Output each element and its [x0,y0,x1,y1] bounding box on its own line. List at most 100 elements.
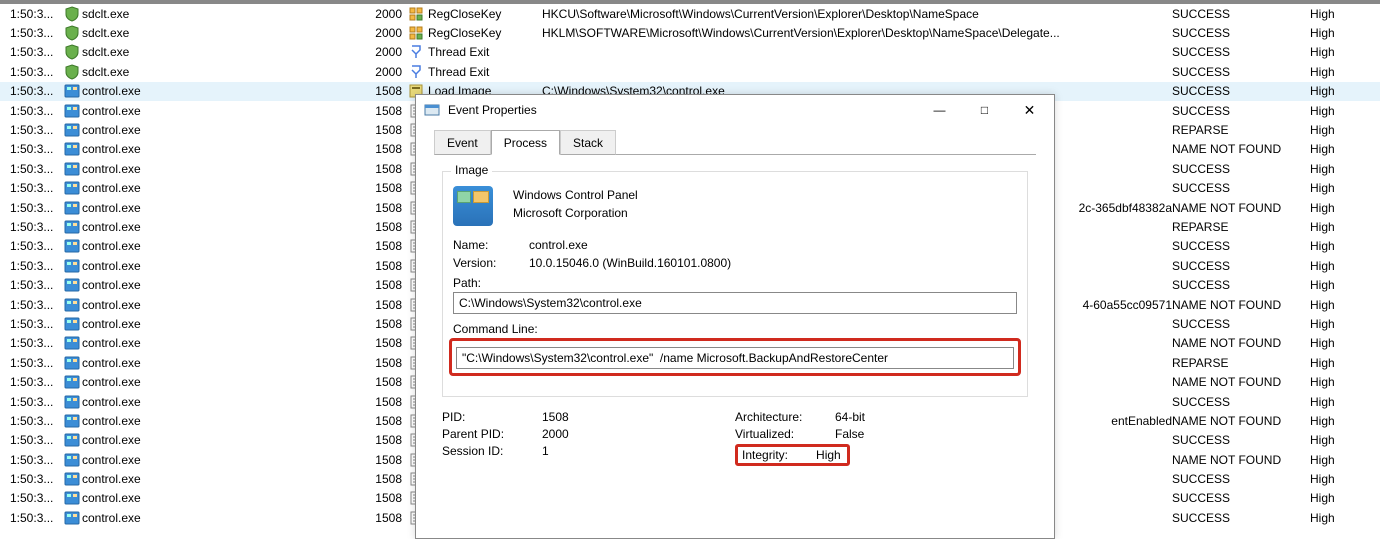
process-icon [64,490,80,506]
result-cell: REPARSE [1172,220,1310,234]
process-name: control.exe [82,491,141,505]
result-cell: SUCCESS [1172,7,1310,21]
process-name: control.exe [82,317,141,331]
process-name: control.exe [82,336,141,350]
time-cell: 1:50:3... [0,414,64,428]
detail-cell: High [1310,298,1360,312]
pid-cell: 2000 [364,26,408,40]
process-icon [64,141,80,157]
process-icon [64,277,80,293]
close-button[interactable]: ✕ [1007,96,1052,124]
path-cell: HKCU\Software\Microsoft\Windows\CurrentV… [542,7,1172,21]
process-icon [64,122,80,138]
process-icon [64,238,80,254]
table-row[interactable]: 1:50:3...sdclt.exe2000RegCloseKeyHKCU\So… [0,4,1380,23]
pid-cell: 1508 [364,104,408,118]
table-row[interactable]: 1:50:3...sdclt.exe2000Thread ExitSUCCESS… [0,62,1380,81]
detail-cell: High [1310,84,1360,98]
process-icon [64,297,80,313]
detail-cell: High [1310,472,1360,486]
tab-stack[interactable]: Stack [560,130,616,155]
app-icon [424,102,440,118]
pid-cell: 1508 [364,453,408,467]
time-cell: 1:50:3... [0,84,64,98]
time-cell: 1:50:3... [0,7,64,21]
process-name: control.exe [82,414,141,428]
detail-cell: High [1310,491,1360,505]
result-cell: SUCCESS [1172,65,1310,79]
process-icon [64,413,80,429]
process-name: control.exe [82,84,141,98]
minimize-button[interactable]: — [917,96,962,124]
process-icon [64,83,80,99]
path-field[interactable] [453,292,1017,314]
result-cell: SUCCESS [1172,491,1310,505]
detail-cell: High [1310,375,1360,389]
pid-cell: 1508 [364,181,408,195]
titlebar[interactable]: Event Properties — □ ✕ [416,95,1054,125]
session-label: Session ID: [442,444,542,458]
operation-icon [408,25,424,41]
time-cell: 1:50:3... [0,375,64,389]
maximize-button[interactable]: □ [962,96,1007,124]
result-cell: NAME NOT FOUND [1172,375,1310,389]
process-icon [64,316,80,332]
version-value: 10.0.15046.0 (WinBuild.160101.0800) [529,256,731,270]
process-name: sdclt.exe [82,65,129,79]
integrity-highlight: Integrity: High [735,444,850,466]
time-cell: 1:50:3... [0,162,64,176]
detail-cell: High [1310,356,1360,370]
cmdline-field[interactable] [456,347,1014,369]
process-icon [64,452,80,468]
integrity-label: Integrity: [742,448,788,462]
pid-cell: 1508 [364,375,408,389]
time-cell: 1:50:3... [0,298,64,312]
result-cell: SUCCESS [1172,317,1310,331]
name-value: control.exe [529,238,588,252]
pid-cell: 1508 [364,414,408,428]
tab-process[interactable]: Process [491,130,560,155]
time-cell: 1:50:3... [0,220,64,234]
result-cell: SUCCESS [1172,472,1310,486]
pid-cell: 1508 [364,472,408,486]
time-cell: 1:50:3... [0,123,64,137]
operation-name: Thread Exit [428,45,489,59]
detail-cell: High [1310,65,1360,79]
process-name: control.exe [82,104,141,118]
image-group-label: Image [451,163,492,177]
table-row[interactable]: 1:50:3...sdclt.exe2000Thread ExitSUCCESS… [0,43,1380,62]
image-company: Microsoft Corporation [513,204,638,222]
process-name: control.exe [82,181,141,195]
detail-cell: High [1310,162,1360,176]
detail-cell: High [1310,45,1360,59]
pid-cell: 1508 [364,395,408,409]
time-cell: 1:50:3... [0,239,64,253]
detail-cell: High [1310,453,1360,467]
detail-cell: High [1310,142,1360,156]
dialog-title: Event Properties [448,103,917,117]
pid-cell: 2000 [364,65,408,79]
table-row[interactable]: 1:50:3...sdclt.exe2000RegCloseKeyHKLM\SO… [0,23,1380,42]
result-cell: SUCCESS [1172,84,1310,98]
tab-event[interactable]: Event [434,130,491,155]
pid-cell: 1508 [364,298,408,312]
time-cell: 1:50:3... [0,356,64,370]
detail-cell: High [1310,317,1360,331]
detail-cell: High [1310,26,1360,40]
pid-value: 1508 [542,410,569,424]
operation-icon [408,44,424,60]
detail-cell: High [1310,220,1360,234]
time-cell: 1:50:3... [0,26,64,40]
image-group: Image Windows Control Panel Microsoft Co… [442,171,1028,397]
pid-cell: 1508 [364,142,408,156]
process-icon [64,374,80,390]
detail-cell: High [1310,433,1360,447]
time-cell: 1:50:3... [0,433,64,447]
process-name: control.exe [82,453,141,467]
pid-cell: 1508 [364,278,408,292]
process-name: control.exe [82,259,141,273]
pid-cell: 1508 [364,239,408,253]
process-name: control.exe [82,239,141,253]
result-cell: SUCCESS [1172,278,1310,292]
process-name: sdclt.exe [82,7,129,21]
